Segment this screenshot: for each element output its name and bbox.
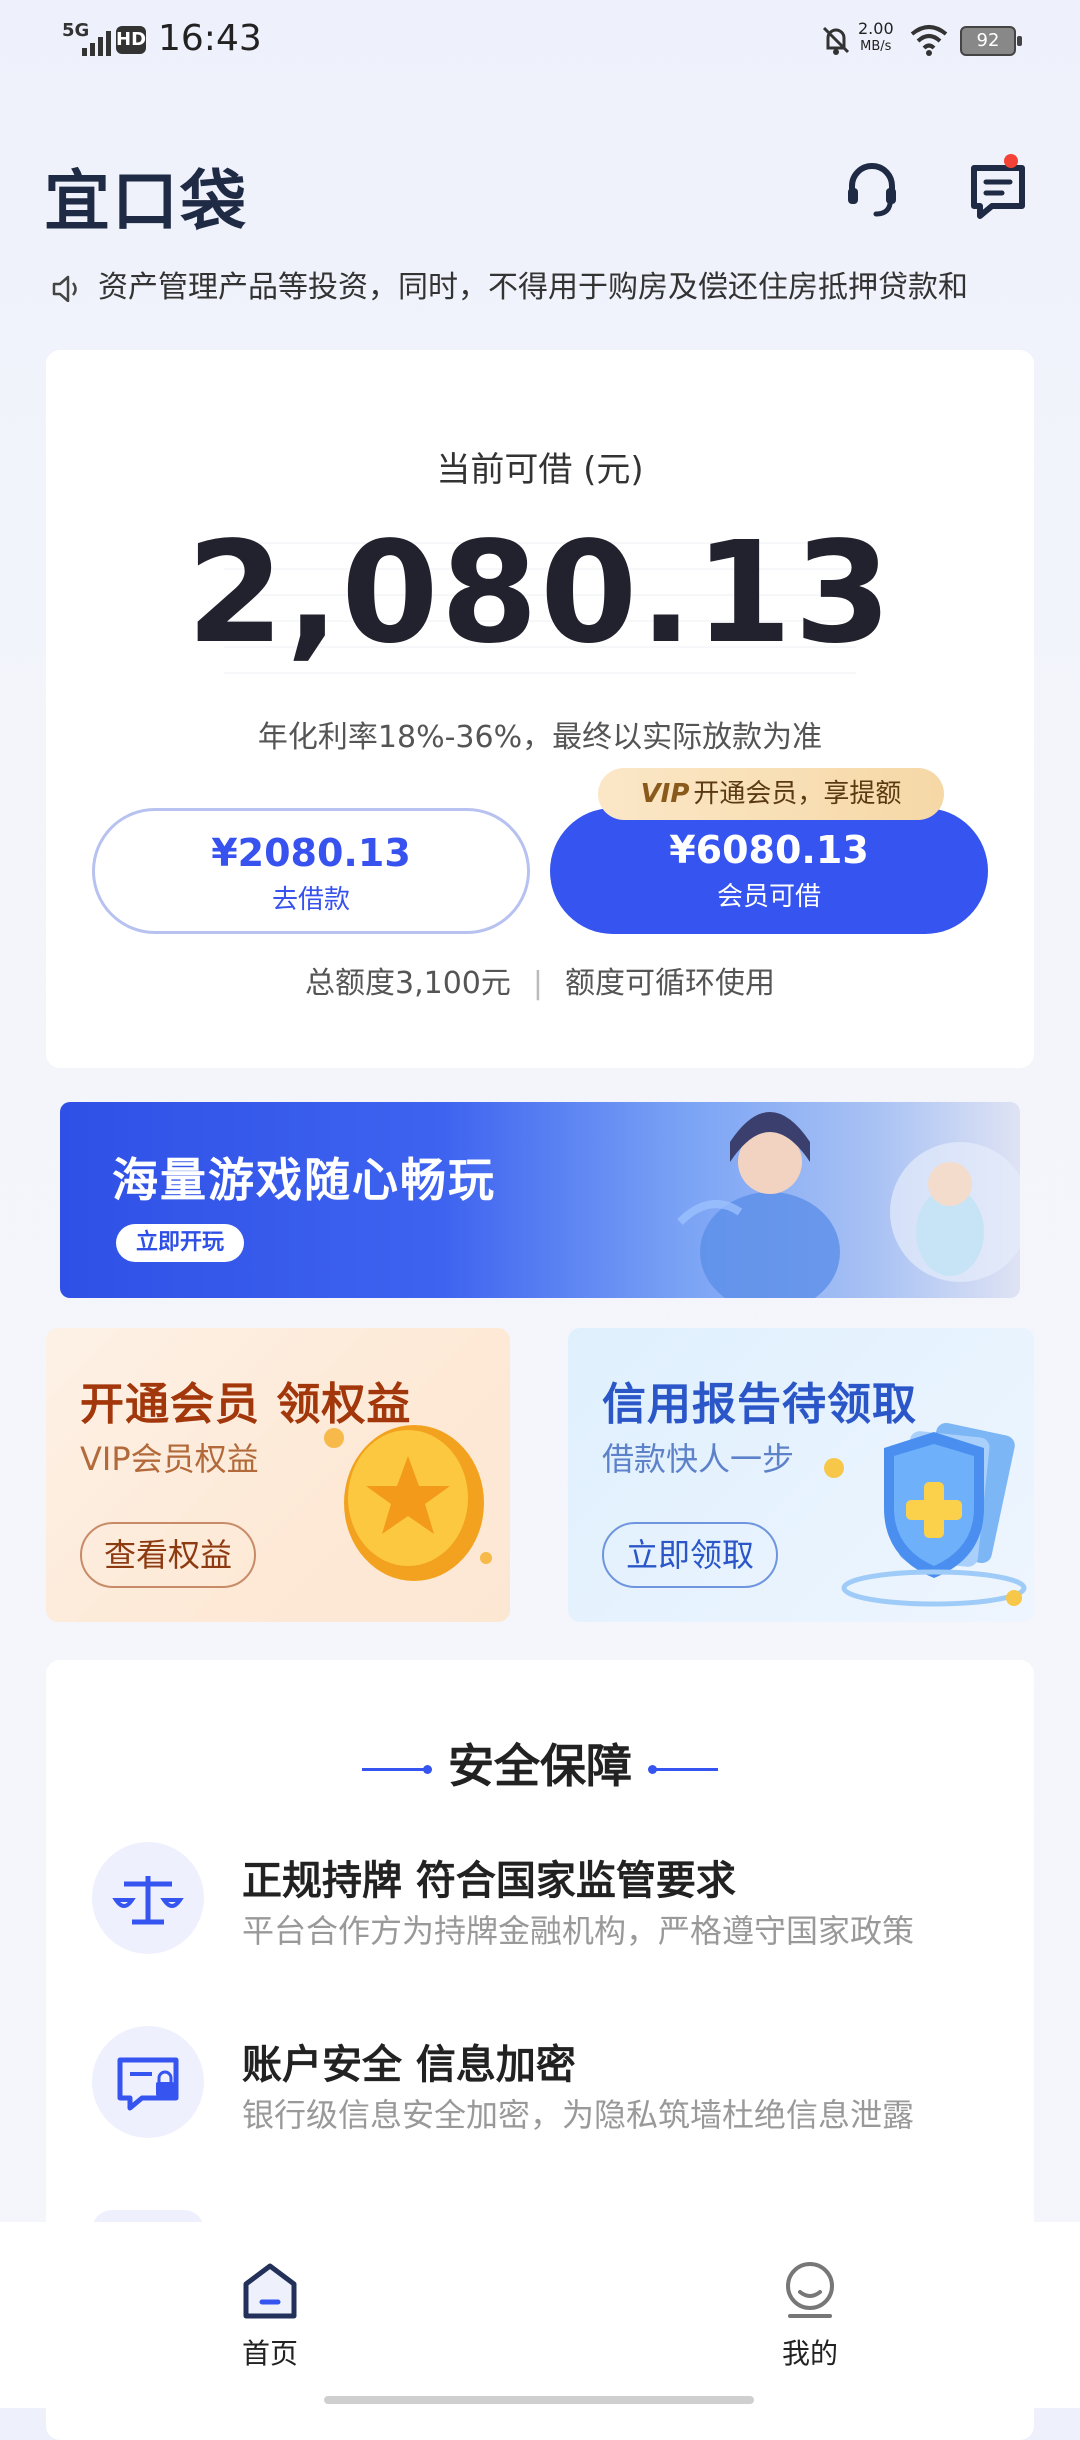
bottom-nav: 首页 我的 — [0, 2222, 1080, 2408]
nav-home[interactable]: 首页 — [170, 2260, 370, 2372]
rate-note: 年化利率18%-36%，最终以实际放款为准 — [257, 720, 823, 755]
title-deco-right — [648, 1765, 718, 1774]
home-indicator[interactable] — [324, 2396, 754, 2404]
vip-tag-text: 开通会员，享提额 — [693, 779, 902, 809]
safety-title: 安全保障 — [46, 1730, 1034, 1796]
shield-report-icon — [824, 1422, 1027, 1607]
customer-service-icon[interactable] — [840, 158, 904, 222]
game-banner[interactable]: 海量游戏随心畅玩 立即开玩 — [60, 1102, 1020, 1298]
banner-characters-illustration — [677, 1112, 1020, 1298]
notice-text: 资产管理产品等投资，同时，不得用于购房及偿还住房抵押贷款和 — [98, 270, 968, 302]
play-now-button[interactable]: 立即开玩 — [116, 1224, 244, 1262]
clock: 16:43 — [158, 18, 262, 59]
borrow-button[interactable]: ¥2080.13 去借款 — [92, 808, 530, 934]
claim-now-button[interactable]: 立即领取 — [602, 1522, 779, 1588]
view-benefits-button[interactable]: 查看权益 — [80, 1522, 257, 1588]
banner-title: 海量游戏随心畅玩 — [112, 1153, 496, 1207]
nav-home-label: 首页 — [241, 2337, 298, 2370]
feature-title: 账户安全 信息加密 — [242, 2042, 576, 2088]
secure-message-icon — [92, 2026, 204, 2138]
signal-icon — [82, 31, 111, 56]
loan-card: 当前可借 (元) 2,080.13 年化利率18%-36%，最终以实际放款为准 … — [46, 350, 1034, 1068]
promo-subtitle: VIP会员权益 — [80, 1440, 259, 1478]
battery-indicator: 92 — [960, 26, 1022, 56]
bell-muted-icon — [822, 26, 850, 55]
borrow-value: ¥2080.13 — [211, 831, 411, 875]
speaker-icon — [52, 275, 77, 302]
title-deco-left — [362, 1765, 432, 1774]
gold-coin-icon — [324, 1425, 492, 1581]
wifi-icon — [910, 25, 948, 56]
notice-marquee[interactable]: 资产管理产品等投资，同时，不得用于购房及偿还住房抵押贷款和 — [50, 262, 1030, 302]
hd-badge: HD — [116, 26, 146, 54]
message-icon[interactable] — [966, 158, 1030, 222]
home-icon — [243, 2263, 297, 2319]
net-speed: 2.00 MB/s — [858, 19, 894, 55]
vip-label: 会员可借 — [716, 882, 821, 912]
promo-subtitle: 借款快人一步 — [602, 1440, 795, 1478]
quota-info: 总额度3,100元 | 额度可循环使用 — [46, 958, 1034, 1002]
cycle-note: 额度可循环使用 — [565, 966, 775, 1001]
scale-icon — [92, 1842, 204, 1954]
nav-mine[interactable]: 我的 — [710, 2260, 910, 2372]
borrow-label: 去借款 — [271, 885, 350, 915]
available-label: 当前可借 (元) — [436, 450, 644, 490]
vip-badge-icon: VIP — [640, 779, 690, 809]
total-quota: 总额度3,100元 — [305, 966, 511, 1001]
nav-mine-label: 我的 — [781, 2337, 838, 2370]
unread-dot — [1004, 154, 1018, 168]
quota-separator: | — [532, 966, 543, 1001]
feature-desc: 银行级信息安全加密，为隐私筑墙杜绝信息泄露 — [242, 2096, 915, 2134]
feature-desc: 平台合作方为持牌金融机构，严格遵守国家政策 — [242, 1912, 915, 1950]
vip-promo-tag[interactable]: VIP 开通会员，享提额 — [598, 768, 944, 820]
vip-benefits-card[interactable]: 开通会员 领权益 VIP会员权益 查看权益 — [46, 1328, 510, 1622]
credit-report-card[interactable]: 信用报告待领取 借款快人一步 立即领取 — [568, 1328, 1034, 1622]
status-bar: 5G HD 16:43 2.00 MB/s 92 — [0, 0, 1080, 80]
app-logo: 宜口袋 — [44, 163, 248, 240]
profile-icon — [786, 2262, 834, 2318]
feature-title: 正规持牌 符合国家监管要求 — [242, 1858, 736, 1904]
vip-borrow-button[interactable]: ¥6080.13 会员可借 — [550, 808, 988, 934]
available-amount: 2,080.13 — [186, 512, 894, 675]
vip-value: ¥6080.13 — [669, 828, 869, 872]
